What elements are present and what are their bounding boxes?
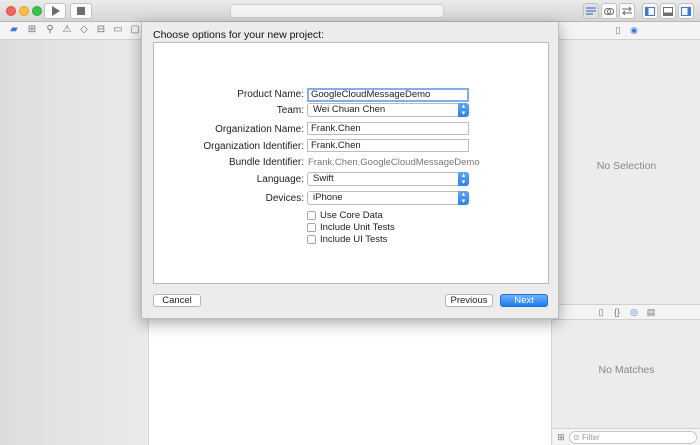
- organization-name-label: Organization Name:: [215, 124, 304, 135]
- run-icon: [51, 6, 60, 16]
- organization-identifier-field[interactable]: Frank.Chen: [307, 139, 469, 152]
- use-core-data-checkbox[interactable]: Use Core Data: [307, 210, 383, 221]
- previous-button[interactable]: Previous: [445, 294, 493, 307]
- report-icon[interactable]: ▢: [129, 24, 141, 35]
- debug-icon[interactable]: ⊟: [95, 24, 107, 35]
- chevron-up-down-icon: ▴ ▾: [458, 172, 469, 186]
- team-popup[interactable]: Wei Chuan Chen ▴ ▾: [307, 103, 469, 117]
- include-ui-tests-checkbox[interactable]: Include UI Tests: [307, 234, 387, 245]
- product-name-field[interactable]: GoogleCloudMessageDemo: [307, 88, 469, 102]
- devices-label: Devices:: [265, 193, 304, 204]
- use-core-data-label: Use Core Data: [320, 210, 383, 221]
- checkbox-box: [307, 211, 316, 220]
- language-value: Swift: [313, 173, 334, 184]
- version-editor-button[interactable]: [619, 3, 635, 19]
- breakpoint-icon[interactable]: ▭: [112, 24, 124, 35]
- navigator-toggle-button[interactable]: [642, 3, 658, 19]
- no-matches-label: No Matches: [598, 364, 655, 376]
- test-icon[interactable]: ◇: [78, 24, 90, 35]
- utilities-toggle-button[interactable]: [678, 3, 694, 19]
- inspector-selector-bar: ▯ ◉: [553, 22, 700, 40]
- team-value: Wei Chuan Chen: [313, 104, 386, 115]
- standard-editor-icon: [586, 7, 596, 15]
- team-label: Team:: [276, 105, 304, 116]
- zoom-window-button[interactable]: [32, 6, 42, 16]
- include-unit-tests-label: Include Unit Tests: [320, 222, 395, 233]
- grid-view-icon[interactable]: ⊞: [556, 432, 566, 443]
- next-button[interactable]: Next: [500, 294, 548, 307]
- no-selection-label: No Selection: [596, 160, 657, 172]
- chevron-up-down-icon: ▴ ▾: [458, 103, 469, 117]
- symbol-icon[interactable]: ⊞: [26, 24, 38, 35]
- filter-search-icon: ⊙: [573, 433, 580, 442]
- close-window-button[interactable]: [6, 6, 16, 16]
- navigator-area: [0, 40, 148, 445]
- debug-area-toggle-button[interactable]: [660, 3, 676, 19]
- include-unit-tests-checkbox[interactable]: Include Unit Tests: [307, 222, 395, 233]
- minimize-window-button[interactable]: [19, 6, 29, 16]
- stop-button[interactable]: [70, 3, 92, 19]
- include-ui-tests-label: Include UI Tests: [320, 234, 388, 245]
- cancel-button[interactable]: Cancel: [153, 294, 201, 307]
- devices-popup[interactable]: iPhone ▴ ▾: [307, 191, 469, 205]
- library-filter-bar: ⊞ ⊙ Filter: [553, 428, 700, 445]
- bundle-identifier-value: Frank.Chen.GoogleCloudMessageDemo: [308, 157, 480, 168]
- search-icon[interactable]: ⚲: [44, 24, 56, 35]
- debug-toggle-icon: [663, 6, 673, 16]
- media-library-icon[interactable]: ▤: [646, 307, 656, 318]
- options-panel: Product Name: GoogleCloudMessageDemo Tea…: [153, 42, 549, 284]
- organization-name-field[interactable]: Frank.Chen: [307, 122, 469, 135]
- new-project-options-sheet: Choose options for your new project: Pro…: [141, 22, 559, 319]
- object-library-icon[interactable]: ◎: [629, 307, 639, 318]
- warning-icon[interactable]: ⚠: [61, 24, 73, 35]
- checkbox-box: [307, 235, 316, 244]
- product-name-label: Product Name:: [237, 89, 304, 100]
- navigator-selector-bar: ▰ ⊞ ⚲ ⚠ ◇ ⊟ ▭ ▢: [0, 22, 148, 40]
- chevron-up-down-icon: ▴ ▾: [458, 191, 469, 205]
- stop-icon: [77, 7, 85, 15]
- bundle-identifier-label: Bundle Identifier:: [228, 157, 304, 168]
- organization-identifier-label: Organization Identifier:: [203, 141, 304, 152]
- navigator-toggle-icon: [645, 6, 655, 16]
- language-label: Language:: [256, 174, 304, 185]
- quick-help-icon[interactable]: ◉: [629, 25, 639, 36]
- file-template-icon[interactable]: ▯: [596, 307, 606, 318]
- filter-placeholder: Filter: [581, 433, 600, 442]
- library-selector-bar: ▯ {} ◎ ▤: [553, 304, 700, 320]
- inspector-area: [553, 40, 700, 304]
- library-filter-input[interactable]: ⊙ Filter: [569, 431, 697, 444]
- folder-icon[interactable]: ▰: [8, 24, 20, 35]
- standard-editor-button[interactable]: [583, 3, 599, 19]
- run-button[interactable]: [44, 3, 66, 19]
- window-toolbar: [0, 0, 700, 22]
- language-popup[interactable]: Swift ▴ ▾: [307, 172, 469, 186]
- assistant-editor-icon: [604, 7, 614, 15]
- code-snippet-icon[interactable]: {}: [612, 307, 622, 317]
- sheet-title: Choose options for your new project:: [153, 29, 325, 41]
- devices-value: iPhone: [313, 192, 343, 203]
- utilities-toggle-icon: [681, 6, 691, 16]
- assistant-editor-button[interactable]: [601, 3, 617, 19]
- version-editor-icon: [622, 7, 632, 15]
- checkbox-box: [307, 223, 316, 232]
- file-inspector-icon[interactable]: ▯: [613, 25, 623, 36]
- activity-viewer: [230, 4, 444, 18]
